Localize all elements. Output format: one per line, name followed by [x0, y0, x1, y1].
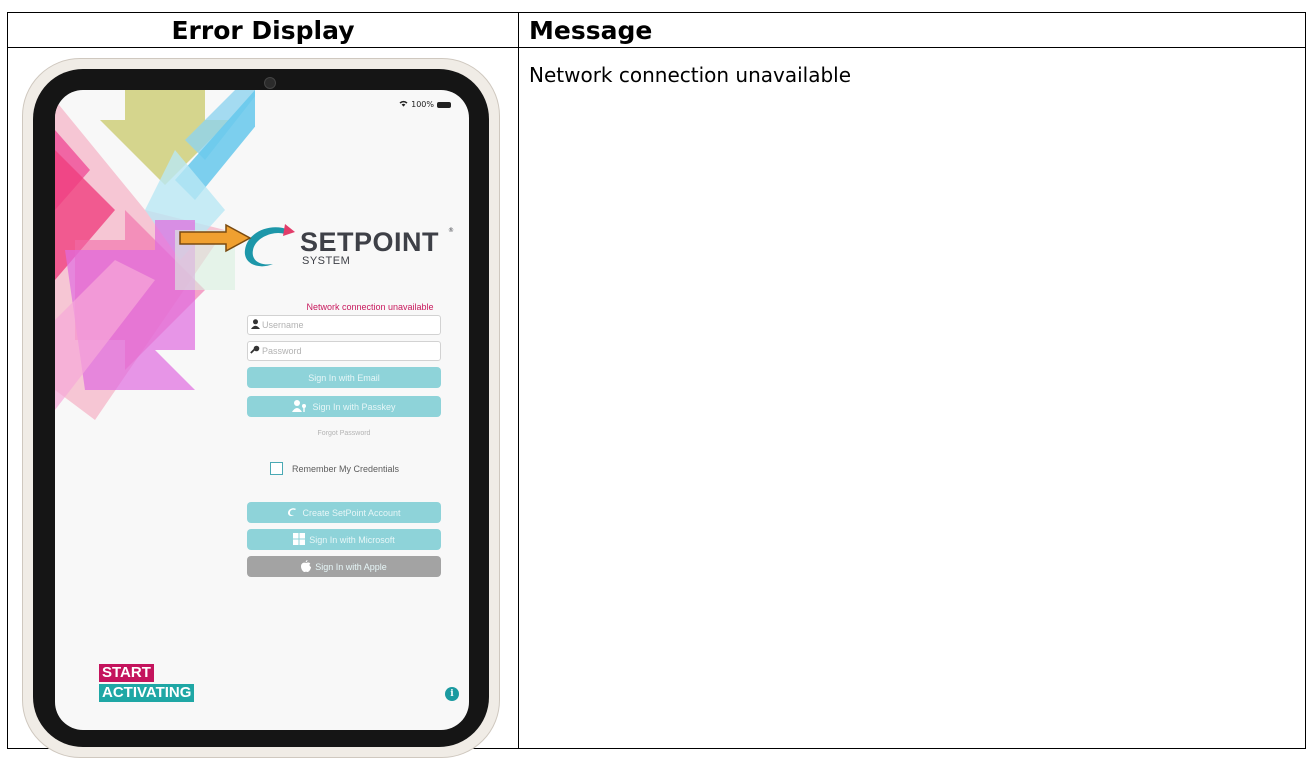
sign-in-microsoft-label: Sign In with Microsoft: [309, 534, 395, 545]
info-icon[interactable]: i: [445, 687, 459, 701]
create-account-button[interactable]: Create SetPoint Account: [247, 502, 441, 523]
username-field[interactable]: Username: [247, 315, 441, 335]
header-row: Error Display Message: [8, 13, 1305, 48]
forgot-password-link[interactable]: Forgot Password: [247, 430, 441, 437]
activating-tag: ACTIVATING: [99, 684, 195, 702]
battery-icon: [437, 101, 451, 108]
user-icon: [248, 318, 262, 332]
remember-credentials-row[interactable]: Remember My Credentials: [270, 462, 399, 475]
header-error-display: Error Display: [171, 16, 355, 45]
tablet-bezel: 100% SETPOINT ® SYSTEM Network connectio…: [33, 69, 489, 747]
key-icon: [248, 345, 262, 358]
status-bar: 100%: [399, 100, 451, 109]
column-divider: [518, 13, 519, 748]
setpoint-small-icon: [287, 507, 298, 519]
password-placeholder: Password: [262, 346, 302, 356]
username-placeholder: Username: [262, 320, 304, 330]
tablet-frame: 100% SETPOINT ® SYSTEM Network connectio…: [22, 58, 500, 758]
sign-in-passkey-button[interactable]: Sign In with Passkey: [247, 396, 441, 417]
apple-icon: [301, 559, 312, 574]
logo-registered-mark: ®: [448, 227, 454, 234]
battery-percent: 100%: [411, 100, 434, 109]
background-arrows-art: [55, 90, 255, 420]
sign-in-apple-button[interactable]: Sign In with Apple: [247, 556, 441, 577]
remember-label: Remember My Credentials: [292, 463, 400, 474]
pointer-arrow-icon: [179, 223, 252, 253]
header-message: Message: [529, 16, 653, 45]
sign-in-passkey-label: Sign In with Passkey: [312, 401, 396, 412]
passkey-icon: [292, 399, 308, 414]
remember-checkbox[interactable]: [270, 462, 283, 475]
network-error-text: Network connection unavailable: [306, 302, 434, 312]
sign-in-microsoft-button[interactable]: Sign In with Microsoft: [247, 529, 441, 550]
sign-in-apple-label: Sign In with Apple: [315, 561, 387, 572]
sign-in-email-button[interactable]: Sign In with Email: [247, 367, 441, 388]
message-cell: Network connection unavailable: [529, 63, 852, 87]
tablet-screen: 100% SETPOINT ® SYSTEM Network connectio…: [55, 90, 469, 730]
logo-subtitle: SYSTEM: [302, 255, 351, 267]
sign-in-email-label: Sign In with Email: [308, 372, 380, 383]
wifi-icon: [399, 100, 408, 109]
logo-name: SETPOINT: [300, 227, 440, 257]
password-field[interactable]: Password: [247, 341, 441, 361]
start-tag: START: [99, 664, 154, 682]
microsoft-icon: [293, 532, 306, 547]
camera-dot: [264, 77, 276, 89]
create-account-label: Create SetPoint Account: [302, 507, 401, 518]
